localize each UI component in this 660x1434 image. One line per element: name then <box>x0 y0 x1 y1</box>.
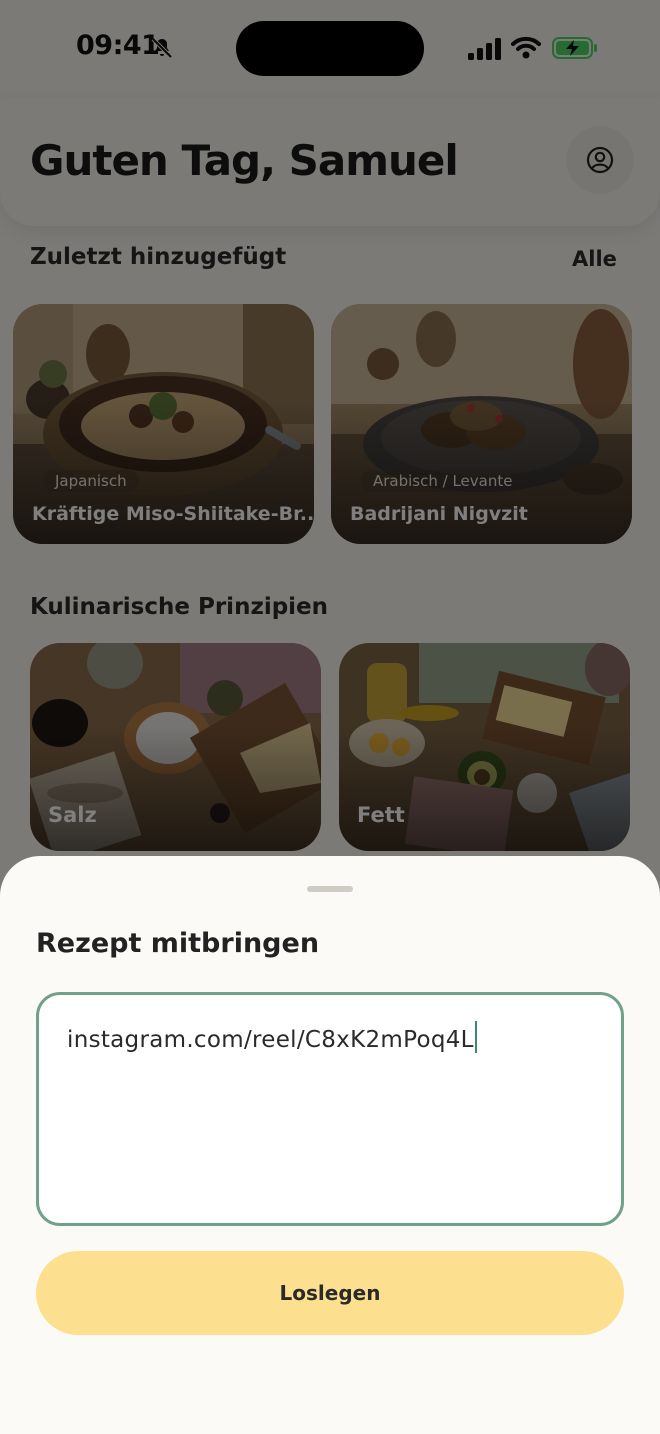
start-button[interactable]: Loslegen <box>36 1251 624 1335</box>
sheet-drag-handle[interactable] <box>307 886 353 892</box>
text-caret <box>474 1021 477 1053</box>
recipe-url-value: instagram.com/reel/C8xK2mPoq4L <box>67 1027 474 1053</box>
recipe-url-input[interactable]: instagram.com/reel/C8xK2mPoq4L <box>36 992 624 1226</box>
import-recipe-sheet: Rezept mitbringen instagram.com/reel/C8x… <box>0 856 660 1434</box>
sheet-title: Rezept mitbringen <box>36 928 320 959</box>
